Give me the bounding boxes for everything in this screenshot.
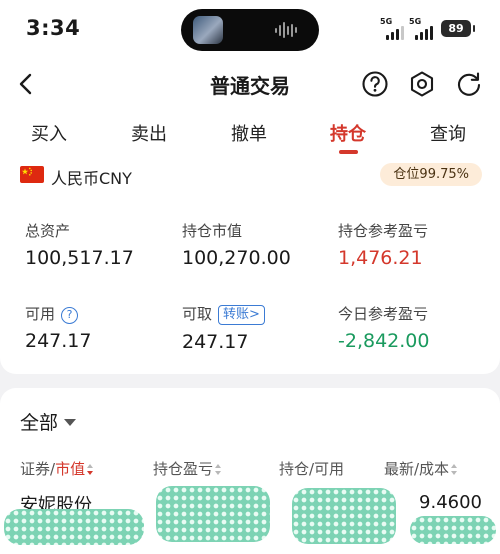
redaction-scribble [292, 488, 396, 544]
position-pnl-metric: 持仓参考盈亏 1,476.21 [338, 220, 428, 269]
total-assets-metric: 总资产 100,517.17 [25, 220, 134, 269]
tab-sell[interactable]: 卖出 [131, 120, 167, 146]
market-value-label: 持仓市值 [182, 222, 243, 240]
settings-gear-icon [410, 71, 434, 97]
refresh-button[interactable] [452, 67, 486, 101]
battery-icon: 89 [441, 20, 475, 37]
today-pnl-label: 今日参考盈亏 [338, 305, 429, 323]
quantity-column-label: 持仓/可用 [279, 460, 345, 478]
music-waveform-icon [275, 21, 301, 39]
network-type-label: 5G [409, 17, 422, 26]
holdings-card: 全部 证券/市值 持仓盈亏 持仓/可用 最新/成本 安妮股份 9.4600 [0, 388, 500, 554]
security-column-label: 证券/ [20, 460, 56, 478]
total-assets-label: 总资产 [25, 222, 71, 240]
pnl-column-label: 持仓盈亏 [153, 460, 214, 478]
holdings-filter-dropdown[interactable]: 全部 [20, 408, 77, 435]
question-circle-icon [362, 71, 388, 97]
holding-row-latest-price: 9.4600 [419, 492, 482, 513]
market-value-value: 100,270.00 [182, 247, 291, 269]
account-currency-row: 人民币CNY 仓位99.75% [0, 158, 500, 194]
nav-bar: 普通交易 [0, 58, 500, 110]
caret-down-icon [64, 419, 77, 426]
total-assets-value: 100,517.17 [25, 247, 134, 269]
trade-tabs: 买入 卖出 撤单 持仓 查询 [0, 110, 500, 158]
transfer-button[interactable]: 转账> [218, 305, 265, 325]
today-pnl-value: -2,842.00 [338, 330, 430, 352]
holdings-filter-label: 全部 [20, 412, 59, 434]
tab-buy[interactable]: 买入 [31, 120, 67, 146]
available-value: 247.17 [25, 330, 92, 352]
column-header-pnl[interactable]: 持仓盈亏 [153, 458, 222, 479]
withdrawable-label: 可取 [182, 305, 213, 323]
network-type-label: 5G [380, 17, 393, 26]
withdrawable-label-row: 可取 转账> [182, 303, 265, 325]
status-time: 3:34 [26, 16, 81, 40]
currency-label: 人民币CNY [51, 169, 132, 188]
position-ratio-badge: 仓位99.75% [380, 163, 482, 186]
active-tab-indicator [339, 150, 358, 154]
today-pnl-metric: 今日参考盈亏 -2,842.00 [338, 303, 429, 352]
withdrawable-value: 247.17 [182, 331, 249, 353]
price-column-label: 最新/成本 [384, 460, 450, 478]
sort-icon [451, 464, 458, 475]
tab-query[interactable]: 查询 [430, 120, 466, 146]
withdrawable-metric: 可取 转账> 247.17 [182, 303, 265, 353]
sort-desc-icon [87, 464, 94, 475]
available-metric: 可用? 247.17 [25, 303, 91, 352]
column-header-price[interactable]: 最新/成本 [384, 458, 458, 479]
tab-positions[interactable]: 持仓 [330, 120, 366, 146]
help-button[interactable] [358, 67, 392, 101]
column-header-security[interactable]: 证券/市值 [20, 458, 94, 479]
market-value-sort-label: 市值 [55, 460, 86, 478]
column-header-quantity: 持仓/可用 [279, 458, 344, 479]
sort-icon [215, 464, 222, 475]
available-help-icon[interactable]: ? [61, 307, 79, 324]
redaction-scribble [156, 486, 270, 542]
back-button[interactable] [10, 66, 46, 102]
redaction-scribble [410, 516, 496, 544]
available-label: 可用 [25, 305, 56, 323]
position-pnl-label: 持仓参考盈亏 [338, 222, 429, 240]
tab-cancel-order[interactable]: 撤单 [231, 120, 267, 146]
position-pnl-value: 1,476.21 [338, 247, 423, 269]
back-arrow-icon [19, 73, 32, 95]
status-bar: 3:34 5G 5G 89 [0, 0, 500, 58]
available-label-row: 可用? [25, 303, 91, 324]
dynamic-island[interactable] [181, 9, 319, 51]
now-playing-thumbnail [193, 16, 223, 44]
settings-button[interactable] [405, 67, 439, 101]
china-flag-icon [20, 166, 44, 183]
refresh-icon [457, 72, 481, 96]
market-value-metric: 持仓市值 100,270.00 [182, 220, 291, 269]
redaction-scribble [4, 509, 144, 545]
account-summary-card: 总资产 100,517.17 持仓市值 100,270.00 持仓参考盈亏 1,… [0, 194, 500, 374]
